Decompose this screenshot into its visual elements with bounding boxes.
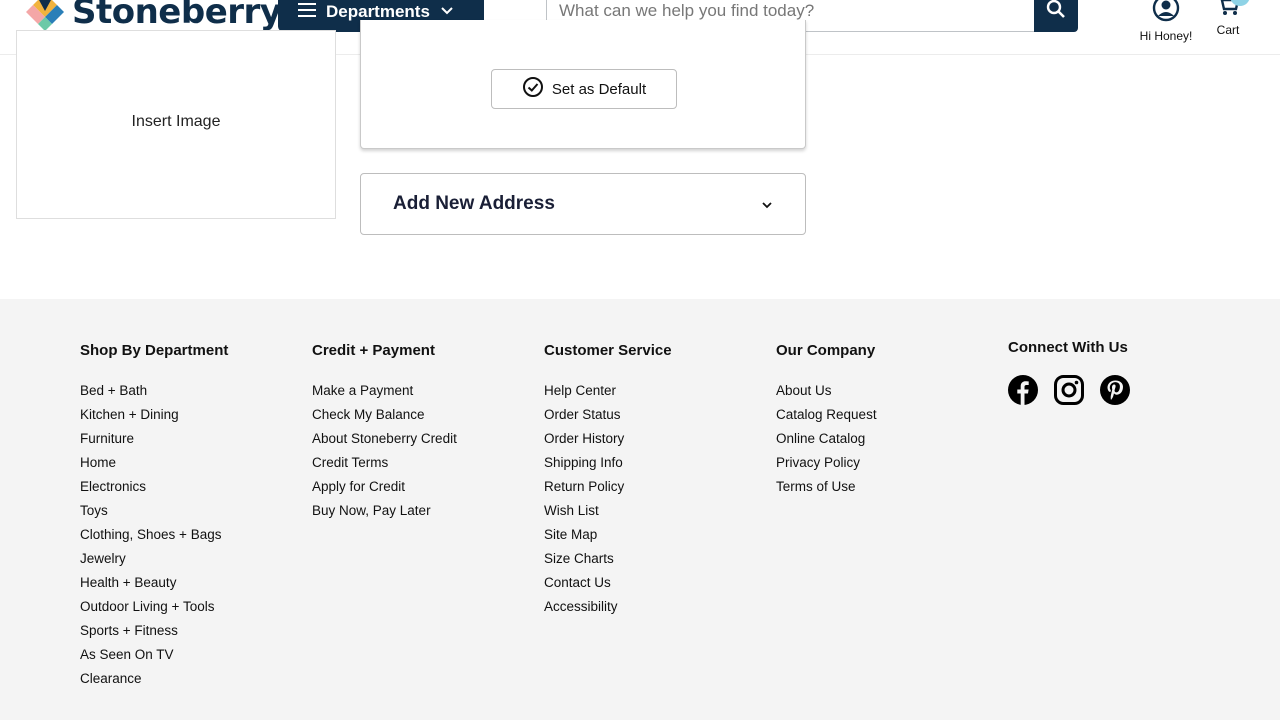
user-account-icon [1152,0,1180,26]
footer-link[interactable]: Electronics [80,478,228,502]
footer-link[interactable]: Home [80,454,228,478]
footer-link[interactable]: Apply for Credit [312,478,457,502]
footer-link[interactable]: Sports + Fitness [80,622,228,646]
check-circle-icon [522,76,552,102]
footer-link[interactable]: Help Center [544,382,672,406]
instagram-icon[interactable] [1054,375,1084,410]
footer-link[interactable]: Check My Balance [312,406,457,430]
cart-icon [1215,0,1241,22]
footer-link[interactable]: Clothing, Shoes + Bags [80,526,228,550]
cart-label: Cart [1216,23,1240,37]
footer-link[interactable]: Order Status [544,406,672,430]
footer-link[interactable]: About Us [776,382,877,406]
image-placeholder: Insert Image [16,30,336,219]
footer-link[interactable]: Accessibility [544,598,672,622]
footer-link[interactable]: Order History [544,430,672,454]
footer-column-title: Connect With Us [1008,339,1128,356]
account-button[interactable]: Hi Honey! [1136,0,1196,43]
footer-connect-with-us: Connect With Us [1008,339,1146,410]
footer-link[interactable]: Size Charts [544,550,672,574]
chevron-down-icon [761,197,773,215]
footer-link[interactable]: Terms of Use [776,478,877,502]
set-as-default-button[interactable]: Set as Default [491,69,677,109]
add-new-address-label: Add New Address [393,193,555,214]
footer-link[interactable]: Privacy Policy [776,454,877,478]
social-links [1008,375,1146,410]
footer-column-shop-by-department: Shop By Department Bed + Bath Kitchen + … [80,342,228,694]
logo-mark-icon [24,0,66,33]
departments-label: Departments [326,2,430,21]
footer-column-title: Shop By Department [80,342,229,359]
add-new-address-toggle[interactable]: Add New Address [360,173,806,235]
search-icon [1046,0,1066,24]
footer-column-title: Credit + Payment [312,342,435,359]
address-card: Set as Default [360,20,806,149]
footer-link[interactable]: Contact Us [544,574,672,598]
footer-link[interactable]: Toys [80,502,228,526]
footer-link[interactable]: Kitchen + Dining [80,406,228,430]
footer-link[interactable]: Credit Terms [312,454,457,478]
set-as-default-label: Set as Default [551,80,647,98]
insert-image-label: Insert Image [131,113,221,130]
footer-link[interactable]: Bed + Bath [80,382,228,406]
footer-link[interactable]: Return Policy [544,478,672,502]
hamburger-menu-icon [298,2,316,22]
footer-link[interactable]: Wish List [544,502,672,526]
account-label: Hi Honey! [1139,29,1193,43]
chevron-down-icon [440,3,454,21]
footer-link[interactable]: Shipping Info [544,454,672,478]
footer-link[interactable]: Online Catalog [776,430,877,454]
footer-link[interactable]: Jewelry [80,550,228,574]
search-button[interactable] [1034,0,1078,32]
footer-link[interactable]: Clearance [80,670,228,694]
footer-link[interactable]: Site Map [544,526,672,550]
logo-text: Stoneberry [72,0,282,32]
footer-link[interactable]: About Stoneberry Credit [312,430,457,454]
footer-column-customer-service: Customer Service Help Center Order Statu… [544,342,672,622]
footer-link[interactable]: Health + Beauty [80,574,228,598]
pinterest-icon[interactable] [1100,375,1130,410]
footer-column-title: Customer Service [544,342,672,359]
footer-column-our-company: Our Company About Us Catalog Request Onl… [776,342,877,502]
footer-link[interactable]: As Seen On TV [80,646,228,670]
footer-column-credit-payment: Credit + Payment Make a Payment Check My… [312,342,457,526]
footer-column-title: Our Company [776,342,876,359]
site-footer: Shop By Department Bed + Bath Kitchen + … [0,299,1280,720]
cart-button[interactable]: 1 Cart [1208,0,1250,37]
footer-link[interactable]: Furniture [80,430,228,454]
footer-link[interactable]: Outdoor Living + Tools [80,598,228,622]
facebook-icon[interactable] [1008,375,1038,410]
stoneberry-logo[interactable]: Stoneberry [24,0,282,34]
footer-link[interactable]: Make a Payment [312,382,457,406]
footer-link[interactable]: Buy Now, Pay Later [312,502,457,526]
footer-link[interactable]: Catalog Request [776,406,877,430]
